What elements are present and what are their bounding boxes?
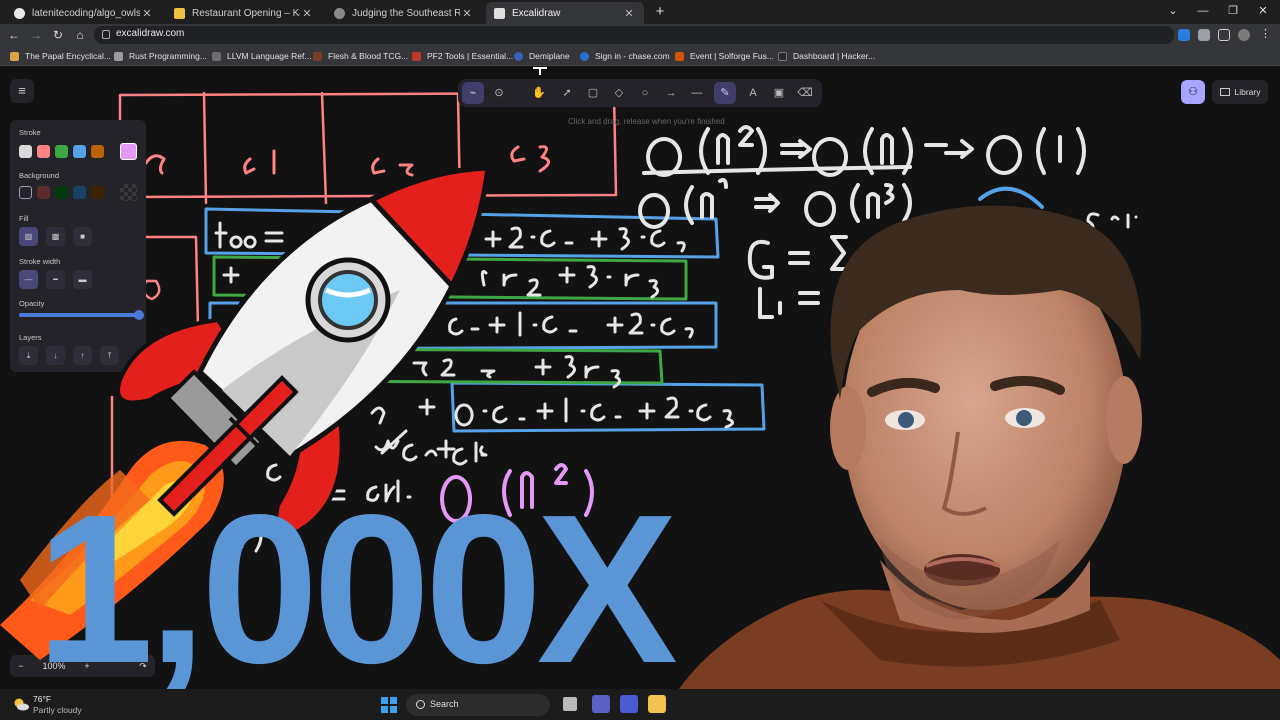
app-icon[interactable]	[620, 695, 638, 713]
weather-description[interactable]: Partly cloudy	[33, 705, 82, 715]
task-view-icon[interactable]	[563, 697, 577, 711]
file-explorer-icon[interactable]	[648, 695, 666, 713]
windows-taskbar: 76°F Partly cloudy Search	[0, 689, 1280, 720]
taskbar-search[interactable]: Search	[406, 694, 550, 716]
search-label: Search	[430, 699, 459, 709]
weather-temperature[interactable]: 76°F	[33, 694, 51, 704]
thumbnail-root: latenitecoding/algo_owls: A repo ✕ Resta…	[0, 0, 1280, 720]
headline-text: 1,000X	[36, 470, 678, 707]
windows-start-icon[interactable]	[381, 697, 397, 713]
search-icon	[416, 700, 425, 709]
teams-icon[interactable]	[592, 695, 610, 713]
partly-cloudy-icon	[14, 698, 29, 711]
